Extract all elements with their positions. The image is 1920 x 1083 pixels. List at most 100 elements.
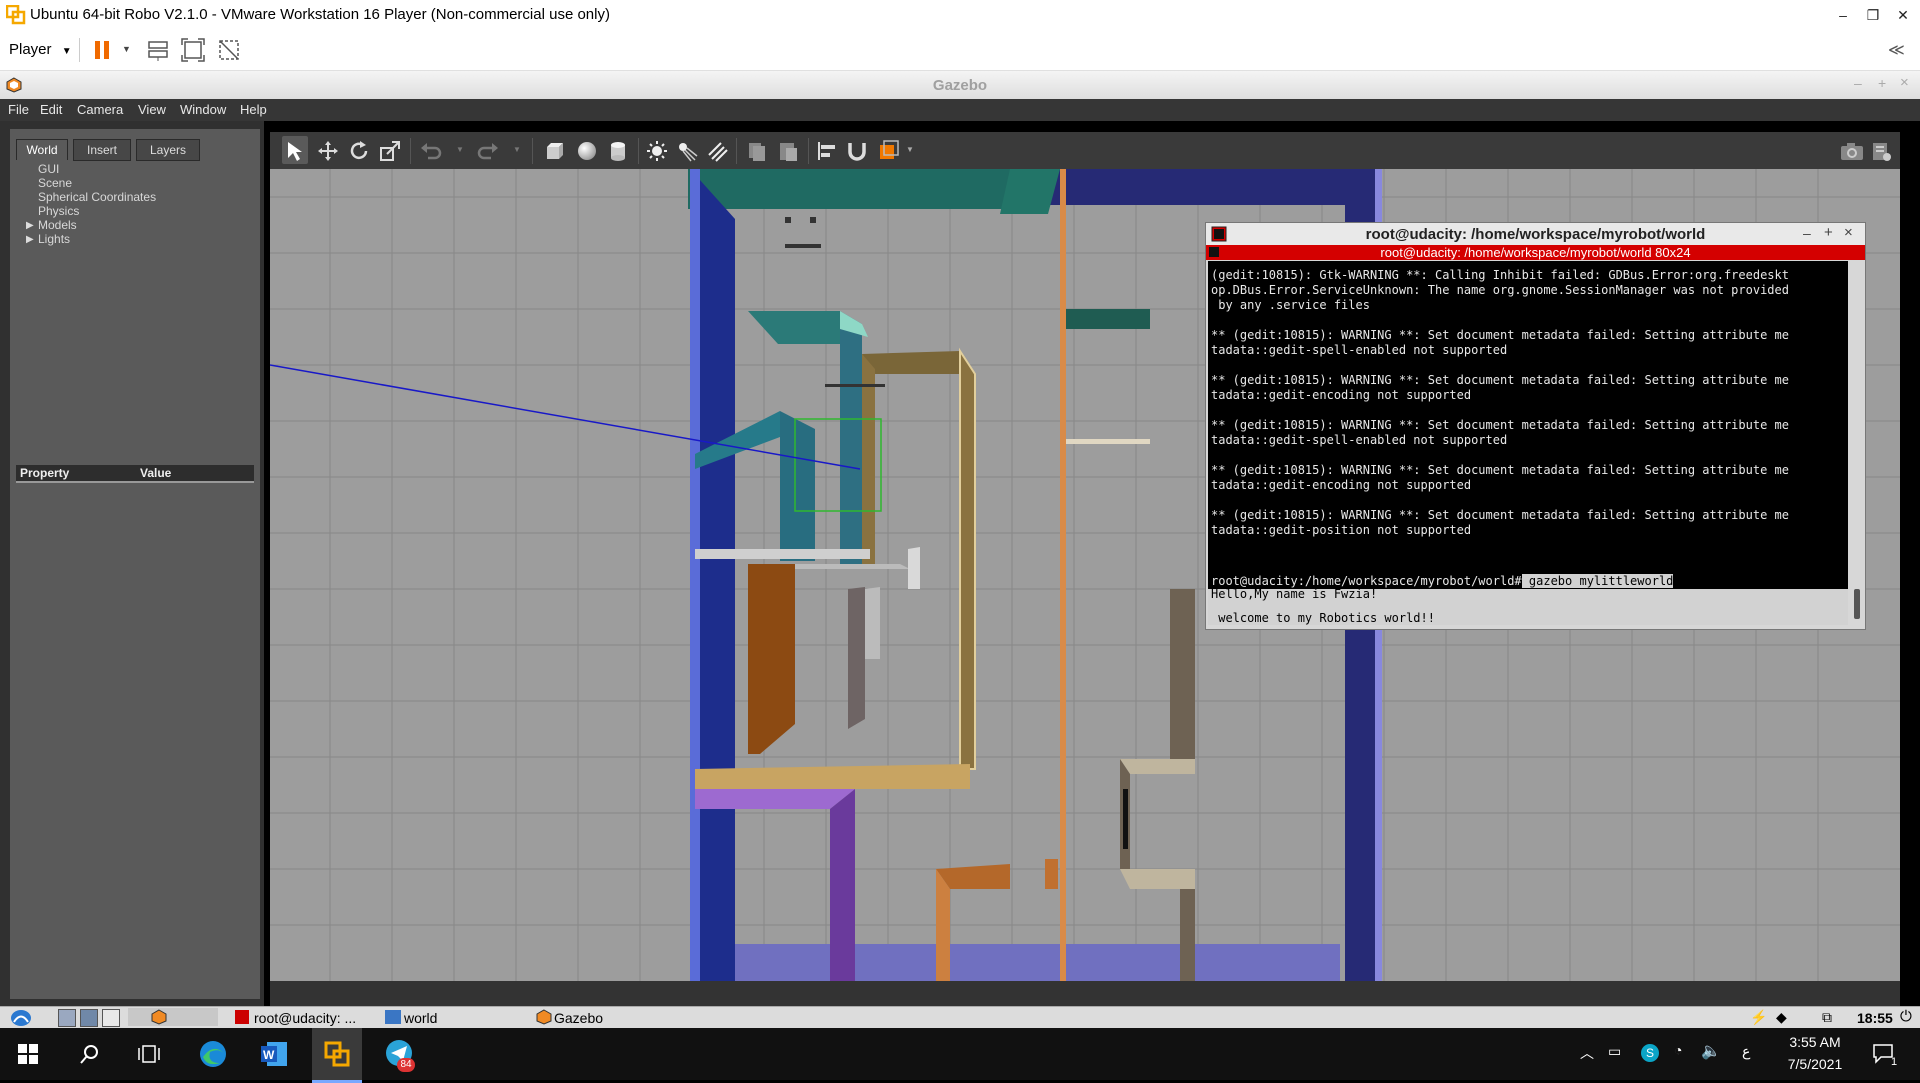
- change-view-icon[interactable]: [878, 139, 904, 163]
- scale-mode-icon[interactable]: [379, 140, 401, 162]
- word-icon[interactable]: W: [250, 1028, 300, 1080]
- search-icon[interactable]: [79, 1044, 99, 1064]
- terminal-line: ** (gedit:10815): WARNING **: Set docume…: [1211, 373, 1789, 387]
- folder-icon: [385, 1010, 401, 1024]
- file-manager-icon[interactable]: [80, 1009, 98, 1027]
- terminal-line: by any .service files: [1211, 298, 1370, 312]
- clock-time[interactable]: 3:55 AM: [1780, 1034, 1850, 1050]
- tree-item-models[interactable]: Models: [38, 218, 77, 232]
- tab-layers[interactable]: Layers: [136, 139, 200, 161]
- shutdown-icon[interactable]: ⏻: [1900, 1008, 1912, 1025]
- align-icon[interactable]: [816, 140, 838, 162]
- directional-light-icon[interactable]: [706, 140, 728, 162]
- box-shape-icon[interactable]: [544, 140, 566, 162]
- tab-insert[interactable]: Insert: [73, 139, 131, 161]
- redo-icon[interactable]: [477, 140, 499, 162]
- pause-icon[interactable]: [93, 39, 113, 61]
- cylinder-shape-icon[interactable]: [607, 140, 629, 162]
- tab-world[interactable]: World: [16, 139, 68, 160]
- view-dropdown-icon[interactable]: ▼: [906, 145, 914, 154]
- terminal-tab[interactable]: root@udacity: /home/workspace/myrobot/wo…: [1206, 245, 1865, 260]
- left-panel: World Insert Layers GUI Scene Spherical …: [0, 121, 264, 1006]
- terminal-line: ** (gedit:10815): WARNING **: Set docume…: [1211, 418, 1789, 432]
- terminal-close-button[interactable]: ×: [1844, 224, 1853, 241]
- point-light-icon[interactable]: [646, 140, 668, 162]
- terminal-line: tadata::gedit-spell-enabled not supporte…: [1211, 433, 1508, 447]
- task-view-icon[interactable]: [138, 1044, 160, 1064]
- spot-light-icon[interactable]: [676, 140, 698, 162]
- skype-icon[interactable]: S: [1641, 1044, 1659, 1062]
- display-icon: ⧉: [1822, 1009, 1832, 1025]
- sphere-shape-icon[interactable]: [576, 140, 598, 162]
- terminal-program-output: Hello,My name is Fwzia! welcome to my Ro…: [1208, 587, 1848, 625]
- log-data-icon[interactable]: [1870, 140, 1892, 162]
- volume-icon[interactable]: 🔈: [1701, 1041, 1721, 1061]
- player-menu[interactable]: Player ▼: [9, 41, 72, 58]
- tree-item-gui[interactable]: GUI: [38, 162, 59, 176]
- vmware-window-title: Ubuntu 64-bit Robo V2.1.0 - VMware Works…: [30, 6, 610, 23]
- battery-icon[interactable]: ▭: [1608, 1043, 1621, 1060]
- windows-start-icon[interactable]: [18, 1044, 38, 1064]
- tree-item-physics[interactable]: Physics: [38, 204, 79, 218]
- menu-file[interactable]: File: [8, 102, 29, 117]
- terminal-window[interactable]: root@udacity: /home/workspace/myrobot/wo…: [1205, 222, 1866, 630]
- gazebo-launcher-icon[interactable]: [150, 1009, 168, 1025]
- rotate-mode-icon[interactable]: [348, 140, 370, 162]
- expand-arrow-icon[interactable]: ▶: [26, 220, 34, 231]
- undo-icon[interactable]: [420, 140, 442, 162]
- terminal-scrollbar[interactable]: [1851, 261, 1863, 625]
- show-hidden-icons-icon[interactable]: ︿: [1580, 1043, 1594, 1063]
- tree-item-spherical-coordinates[interactable]: Spherical Coordinates: [38, 190, 156, 204]
- redo-history-icon[interactable]: ▼: [513, 145, 521, 154]
- full-screen-icon[interactable]: [181, 38, 205, 62]
- send-ctrl-alt-del-icon[interactable]: [146, 38, 170, 62]
- menu-edit[interactable]: Edit: [40, 102, 62, 117]
- paste-icon[interactable]: [777, 140, 799, 162]
- screenshot-icon[interactable]: [1840, 141, 1864, 161]
- unity-mode-icon[interactable]: [217, 38, 241, 62]
- telegram-icon[interactable]: [375, 1028, 425, 1080]
- terminal-tab-title: root@udacity: /home/workspace/myrobot/wo…: [1380, 245, 1691, 260]
- expand-arrow-icon[interactable]: ▶: [26, 234, 34, 245]
- vmware-title-bar: Ubuntu 64-bit Robo V2.1.0 - VMware Works…: [0, 0, 1920, 31]
- edge-icon[interactable]: [188, 1028, 238, 1080]
- taskbar-item-terminal[interactable]: root@udacity: ...: [254, 1010, 356, 1026]
- scene-toolbar: ▼ ▼ ▼: [270, 132, 1900, 169]
- tree-item-lights[interactable]: Lights: [38, 232, 70, 246]
- menu-camera[interactable]: Camera: [77, 102, 123, 117]
- close-button[interactable]: ✕: [1880, 0, 1920, 30]
- menu-window[interactable]: Window: [180, 102, 226, 117]
- world-panel: World Insert Layers GUI Scene Spherical …: [10, 129, 260, 999]
- property-column: Property: [20, 466, 70, 480]
- gazebo-close-button[interactable]: ×: [1900, 74, 1909, 91]
- snap-icon[interactable]: [846, 140, 868, 162]
- language-indicator[interactable]: ع: [1742, 1043, 1750, 1060]
- copy-icon[interactable]: [746, 140, 768, 162]
- show-desktop-icon[interactable]: [58, 1009, 76, 1027]
- translate-mode-icon[interactable]: [317, 140, 339, 162]
- menu-help[interactable]: Help: [240, 102, 267, 117]
- tree-item-scene[interactable]: Scene: [38, 176, 72, 190]
- gazebo-minimize-button[interactable]: –: [1854, 75, 1862, 91]
- terminal-prompt: root@udacity:/home/workspace/myrobot/wor…: [1211, 574, 1522, 588]
- taskbar-item-gazebo[interactable]: Gazebo: [554, 1010, 603, 1026]
- undo-history-icon[interactable]: ▼: [456, 145, 464, 154]
- collapse-toolbar-icon[interactable]: ≪: [1888, 40, 1905, 60]
- scrollbar-thumb[interactable]: [1854, 589, 1860, 619]
- terminal-maximize-button[interactable]: +: [1824, 224, 1833, 241]
- menu-view[interactable]: View: [138, 102, 166, 117]
- terminal-output[interactable]: (gedit:10815): Gtk-WARNING **: Calling I…: [1208, 261, 1848, 589]
- ubuntu-start-icon[interactable]: [10, 1009, 32, 1027]
- terminal-command: gazebo mylittleworld: [1521, 574, 1674, 588]
- vmware-taskbar-icon[interactable]: [312, 1028, 362, 1083]
- gazebo-maximize-button[interactable]: +: [1878, 75, 1886, 91]
- clock-date[interactable]: 7/5/2021: [1780, 1056, 1850, 1072]
- pause-dropdown-icon[interactable]: ▼: [122, 44, 131, 54]
- taskbar-item-world[interactable]: world: [404, 1010, 437, 1026]
- terminal-minimize-button[interactable]: –: [1803, 225, 1811, 241]
- gazebo-window-title: Gazebo: [932, 77, 988, 94]
- select-mode-icon[interactable]: [285, 140, 305, 162]
- terminal-launcher-icon[interactable]: [102, 1009, 120, 1027]
- wifi-icon[interactable]: ◔: [1674, 1042, 1682, 1058]
- workspace-switcher[interactable]: [128, 1008, 218, 1026]
